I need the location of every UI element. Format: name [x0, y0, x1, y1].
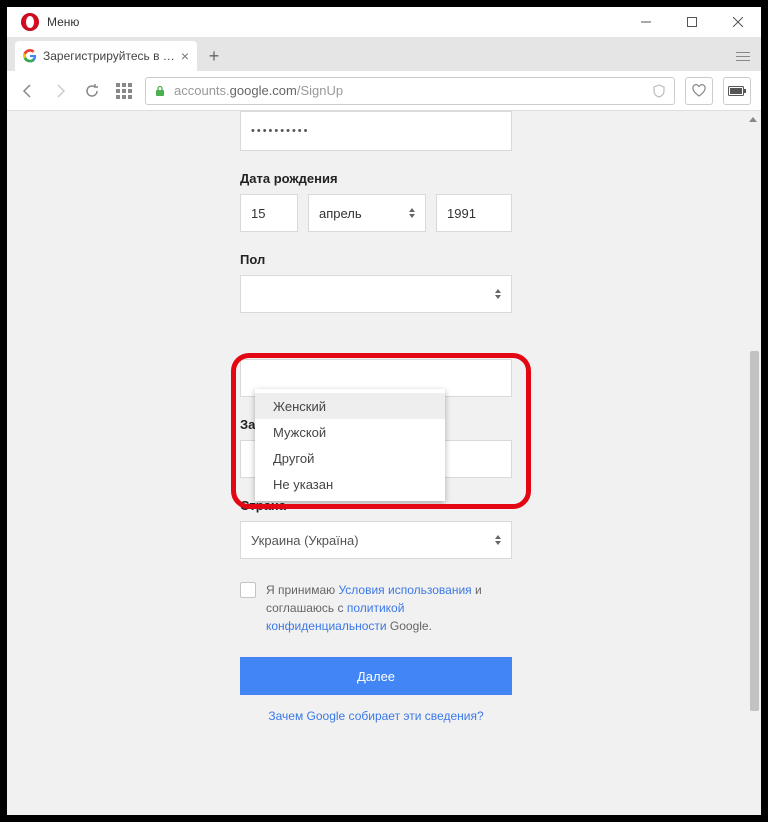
password-field[interactable]: ••••••••••: [240, 111, 512, 151]
back-button[interactable]: [17, 83, 39, 99]
bookmark-button[interactable]: [685, 77, 713, 105]
forward-button[interactable]: [49, 83, 71, 99]
gender-label: Пол: [240, 252, 512, 267]
page-viewport: •••••••••• Дата рождения 15 апрель 1991 …: [7, 111, 761, 815]
reload-button[interactable]: [81, 83, 103, 99]
gender-option-unspecified[interactable]: Не указан: [255, 471, 445, 497]
new-tab-button[interactable]: +: [197, 41, 231, 71]
why-link-row: Зачем Google собирает эти сведения?: [240, 709, 512, 723]
dob-month-select[interactable]: апрель: [308, 194, 426, 232]
maximize-button[interactable]: [669, 7, 715, 37]
terms-checkbox[interactable]: [240, 582, 256, 598]
chevron-updown-icon: [495, 289, 501, 299]
shield-icon[interactable]: [652, 84, 666, 98]
hamburger-icon: [736, 52, 750, 61]
terms-row: Я принимаю Условия использования и согла…: [240, 581, 512, 635]
country-select[interactable]: Украина (Україна): [240, 521, 512, 559]
tab-title: Зарегистрируйтесь в Goo: [43, 49, 175, 63]
tabstrip-menu-button[interactable]: [725, 41, 761, 71]
battery-button[interactable]: [723, 77, 751, 105]
dob-year-input[interactable]: 1991: [436, 194, 512, 232]
chevron-updown-icon: [409, 208, 415, 218]
gender-option-other[interactable]: Другой: [255, 445, 445, 471]
why-google-collects-link[interactable]: Зачем Google собирает эти сведения?: [268, 709, 483, 723]
next-button[interactable]: Далее: [240, 657, 512, 695]
menu-button[interactable]: Меню: [47, 15, 79, 29]
gender-select[interactable]: [240, 275, 512, 313]
terms-link[interactable]: Условия использования: [338, 583, 471, 597]
google-favicon-icon: [23, 49, 37, 63]
minimize-button[interactable]: [623, 7, 669, 37]
lock-icon: [154, 85, 166, 97]
browser-window: Меню Зарегистрируйтесь в Goo × +: [7, 7, 761, 815]
dob-month-value: апрель: [319, 206, 362, 221]
chevron-updown-icon: [495, 535, 501, 545]
close-window-button[interactable]: [715, 7, 761, 37]
scroll-thumb[interactable]: [750, 351, 759, 711]
gender-option-male[interactable]: Мужской: [255, 419, 445, 445]
close-tab-icon[interactable]: ×: [181, 48, 189, 64]
url-text: accounts.google.com/SignUp: [174, 83, 343, 98]
titlebar: Меню: [7, 7, 761, 37]
tabstrip: Зарегистрируйтесь в Goo × +: [7, 37, 761, 71]
opera-icon: [21, 13, 39, 31]
battery-icon: [728, 86, 746, 96]
dob-label: Дата рождения: [240, 171, 512, 186]
country-value: Украина (Україна): [251, 533, 359, 548]
gender-dropdown: Женский Мужской Другой Не указан: [255, 389, 445, 501]
gender-option-female[interactable]: Женский: [255, 393, 445, 419]
address-bar: accounts.google.com/SignUp: [7, 71, 761, 111]
url-field[interactable]: accounts.google.com/SignUp: [145, 77, 675, 105]
tab-active[interactable]: Зарегистрируйтесь в Goo ×: [15, 41, 197, 71]
terms-text: Я принимаю Условия использования и согла…: [266, 581, 512, 635]
heart-icon: [692, 84, 706, 98]
speed-dial-button[interactable]: [113, 83, 135, 99]
dob-day-input[interactable]: 15: [240, 194, 298, 232]
scroll-up-icon[interactable]: [744, 111, 761, 128]
vertical-scrollbar[interactable]: [744, 111, 761, 815]
